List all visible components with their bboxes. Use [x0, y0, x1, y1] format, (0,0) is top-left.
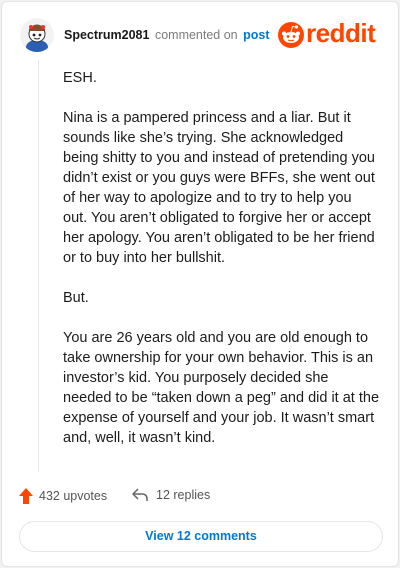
- upvote-count: 432 upvotes: [39, 489, 108, 503]
- username-link[interactable]: Spectrum2081: [64, 28, 149, 42]
- comment-meta: Spectrum2081 commented on post: [64, 28, 270, 42]
- reddit-logo[interactable]: reddit: [278, 18, 382, 50]
- comment-paragraph: ESH.: [63, 70, 97, 86]
- upvote-arrow-icon: [19, 488, 33, 504]
- comment-actions: 432 upvotes 12 replies: [19, 488, 382, 508]
- replies-button[interactable]: 12 replies: [132, 488, 210, 502]
- commented-on-text: commented on: [154, 28, 238, 42]
- comment-header: Spectrum2081 commented on post reddit: [20, 16, 382, 56]
- post-link[interactable]: post: [243, 28, 269, 42]
- comment-card: Spectrum2081 commented on post reddit ES…: [1, 1, 399, 567]
- avatar-icon: [20, 18, 54, 52]
- thread-line: [38, 60, 39, 472]
- comment-body: ESH. Nina is a pampered princess and a l…: [63, 68, 379, 468]
- comment-paragraph: But.: [63, 290, 89, 306]
- reddit-wordmark: reddit: [306, 18, 376, 48]
- reply-arrow-icon: [132, 488, 148, 501]
- comment-paragraph: Nina is a pampered princess and a liar. …: [63, 110, 375, 266]
- upvote-button[interactable]: 432 upvotes: [19, 488, 107, 504]
- replies-count: 12 replies: [156, 488, 211, 502]
- view-comments-button[interactable]: View 12 comments: [19, 521, 383, 552]
- user-avatar[interactable]: [20, 18, 54, 52]
- reddit-snoo-icon: [278, 22, 304, 48]
- comment-paragraph: You are 26 years old and you are old eno…: [63, 330, 380, 446]
